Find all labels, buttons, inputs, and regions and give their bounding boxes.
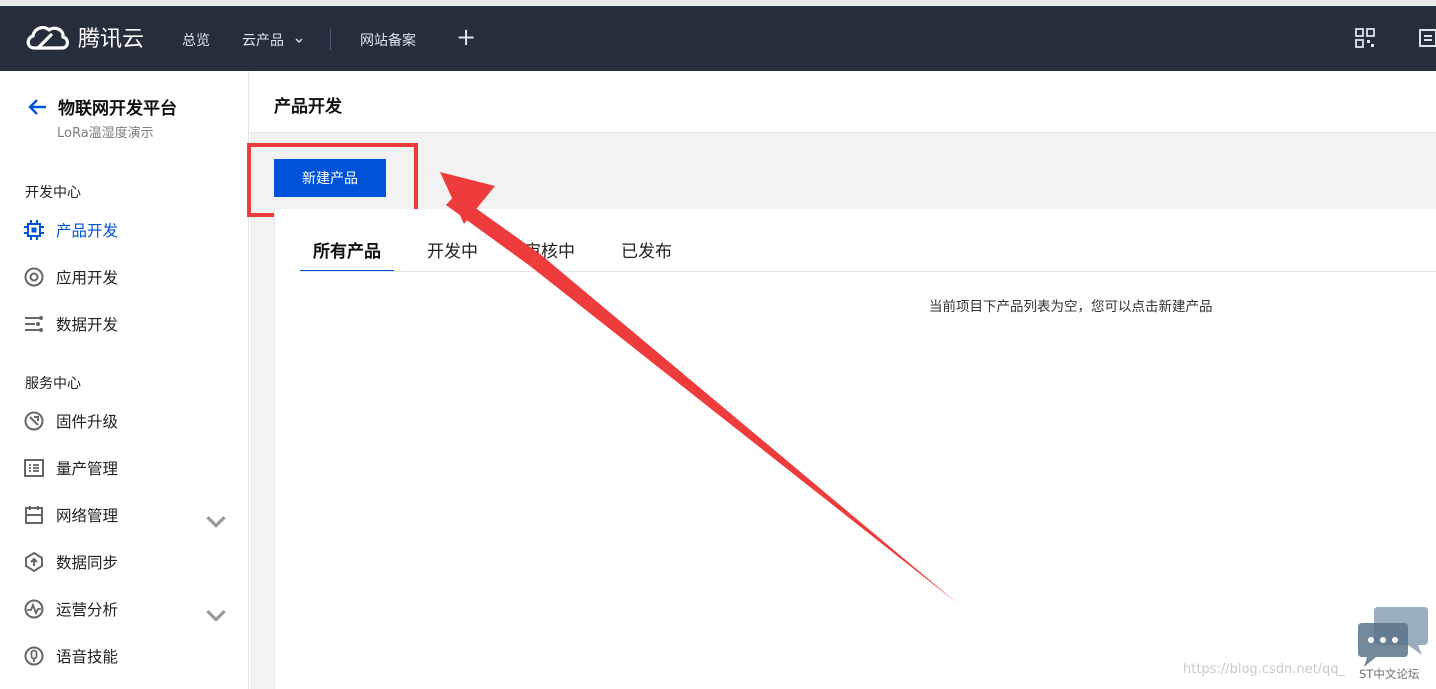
sidebar-item-data-sync[interactable]: 数据同步: [23, 548, 233, 576]
sidebar-item-label: 应用开发: [56, 269, 119, 287]
cloud-logo-icon: [26, 25, 69, 50]
sidebar-item-mass-production[interactable]: 量产管理: [23, 454, 233, 482]
product-tabs: 所有产品 开发中 审核中 已发布: [300, 237, 705, 272]
tab-in-development[interactable]: 开发中: [414, 237, 491, 271]
sidebar-item-label: 语音技能: [56, 648, 119, 666]
tab-all-products[interactable]: 所有产品: [300, 237, 394, 272]
sidebar-item-product-dev[interactable]: 产品开发: [23, 216, 233, 244]
sidebar-item-operation-analysis[interactable]: 运营分析: [23, 595, 233, 623]
annotation-highlight-box: [247, 143, 418, 217]
chevron-down-icon[interactable]: [205, 605, 227, 627]
nav-divider: [330, 28, 331, 50]
chevron-down-icon[interactable]: [205, 511, 227, 533]
mic-icon: [24, 646, 44, 666]
data-dev-icon: [25, 316, 43, 332]
sidebar-item-data-dev[interactable]: 数据开发: [23, 310, 233, 338]
nav-website-filing[interactable]: 网站备案: [360, 30, 416, 50]
page-title: 产品开发: [274, 97, 342, 117]
tencent-cloud-logo[interactable]: 腾讯云: [24, 20, 144, 54]
arrow-left-icon[interactable]: [28, 98, 48, 116]
nav-overview[interactable]: 总览: [182, 30, 210, 50]
sidebar-item-label: 量产管理: [56, 460, 119, 478]
sidebar-item-label: 固件升级: [56, 413, 119, 431]
list-icon: [24, 459, 44, 477]
product-list-panel: 所有产品 开发中 审核中 已发布 当前项目下产品列表为空，您可以点击新建产品: [274, 209, 1436, 689]
nav-cloud-products[interactable]: 云产品: [242, 30, 303, 50]
main-content: 产品开发 新建产品 所有产品 开发中 审核中 已发布 当前项目下产品列表为空，您…: [247, 71, 1436, 689]
page-header: 产品开发: [250, 71, 1436, 133]
chip-icon: [24, 220, 44, 240]
empty-list-message: 当前项目下产品列表为空，您可以点击新建产品: [929, 299, 1213, 315]
chevron-down-icon: [295, 38, 303, 43]
add-shortcut-button[interactable]: +: [456, 25, 476, 49]
chat-bubbles-icon: [1358, 607, 1428, 667]
qr-code-icon[interactable]: [1355, 28, 1375, 48]
document-icon[interactable]: [1418, 28, 1436, 48]
sidebar-item-label: 数据同步: [56, 554, 119, 572]
tab-in-review[interactable]: 审核中: [511, 237, 588, 271]
sidebar-item-network-management[interactable]: 网络管理: [23, 501, 233, 529]
tabs-divider: [300, 271, 1436, 272]
back-to-platform[interactable]: 物联网开发平台: [28, 94, 177, 119]
sync-icon: [25, 551, 43, 573]
section-service-center: 服务中心: [25, 376, 81, 392]
sidebar-item-label: 网络管理: [56, 507, 119, 525]
app-dev-icon: [24, 267, 44, 287]
platform-title: 物联网开发平台: [58, 99, 177, 119]
section-dev-center: 开发中心: [25, 185, 81, 201]
analytics-icon: [24, 599, 44, 619]
tab-published[interactable]: 已发布: [608, 237, 685, 271]
brand-name: 腾讯云: [78, 27, 145, 52]
sidebar-item-label: 运营分析: [56, 601, 119, 619]
network-icon: [25, 506, 43, 524]
sidebar: 物联网开发平台 LoRa温湿度演示 开发中心 产品开发 应用开发 数据开发 服务…: [0, 71, 249, 689]
project-name: LoRa温湿度演示: [57, 126, 154, 141]
sidebar-item-firmware-upgrade[interactable]: 固件升级: [23, 407, 233, 435]
sidebar-item-label: 数据开发: [56, 316, 119, 334]
source-watermark: https://blog.csdn.net/qq_: [1183, 662, 1346, 677]
top-navigation-bar: 腾讯云 总览 云产品 网站备案 +: [0, 0, 1436, 71]
sidebar-item-label: 产品开发: [56, 222, 119, 240]
nav-cloud-products-label: 云产品: [242, 33, 284, 49]
sidebar-item-voice-skills[interactable]: 语音技能: [23, 642, 233, 670]
forum-watermark-label: ST中文论坛: [1359, 667, 1420, 681]
sidebar-item-app-dev[interactable]: 应用开发: [23, 263, 233, 291]
firmware-icon: [24, 411, 44, 431]
